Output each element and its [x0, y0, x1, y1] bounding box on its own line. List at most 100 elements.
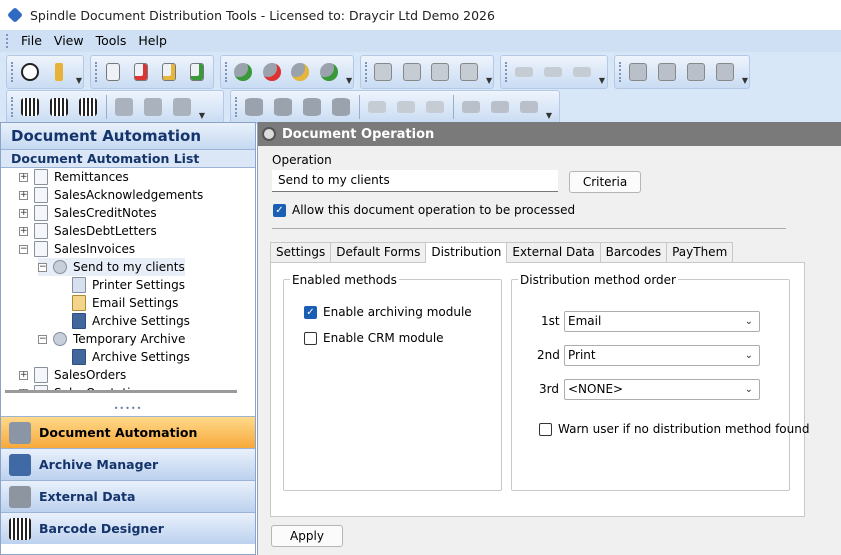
- tree-node[interactable]: + SalesOrders: [19, 366, 126, 384]
- apply-button[interactable]: Apply: [271, 525, 343, 547]
- toolbar-overflow[interactable]: ▼: [485, 59, 493, 85]
- edit-folder-button[interactable]: [422, 94, 447, 120]
- expand-icon[interactable]: +: [19, 370, 28, 380]
- toolbar-overflow[interactable]: ▼: [345, 59, 353, 85]
- edit-printer-button[interactable]: [569, 59, 594, 85]
- edit-database-button[interactable]: [299, 94, 324, 120]
- horizontal-scrollbar[interactable]: [5, 390, 237, 393]
- info-button[interactable]: [17, 59, 42, 85]
- delete-operation-button[interactable]: [260, 59, 285, 85]
- tab-default-forms[interactable]: Default Forms: [330, 242, 427, 262]
- refresh-database-button[interactable]: [328, 94, 353, 120]
- menu-tools[interactable]: Tools: [90, 30, 133, 52]
- add-printer-button[interactable]: [511, 59, 536, 85]
- add-barcode-button[interactable]: [17, 94, 42, 120]
- delete-database-button[interactable]: [270, 94, 295, 120]
- edit-grid-button[interactable]: [169, 94, 194, 120]
- enable-crm-checkbox[interactable]: Enable CRM module: [304, 331, 444, 345]
- delete-server-button[interactable]: [654, 59, 679, 85]
- edit-operation-button[interactable]: [288, 59, 313, 85]
- tree-node[interactable]: − Send to my clients: [38, 258, 185, 276]
- copy-form-button[interactable]: [457, 59, 482, 85]
- checkbox-box[interactable]: ✓: [273, 203, 286, 217]
- order-2nd-select[interactable]: Print ⌄: [564, 345, 760, 366]
- edit-form-button[interactable]: [428, 59, 453, 85]
- edit-document-button[interactable]: [157, 59, 181, 85]
- collapse-icon[interactable]: −: [19, 244, 28, 254]
- delete-document-icon: [134, 63, 148, 81]
- add-server-button[interactable]: [625, 59, 650, 85]
- delete-network-button[interactable]: [487, 94, 512, 120]
- checkbox-box[interactable]: ✓: [304, 305, 317, 319]
- archive-icon: [72, 313, 86, 329]
- nav-button[interactable]: Barcode Designer: [1, 512, 255, 544]
- add-operation-button[interactable]: [231, 59, 256, 85]
- tree-node[interactable]: Email Settings: [57, 294, 178, 312]
- criteria-button[interactable]: Criteria: [569, 171, 641, 193]
- nav-button[interactable]: Document Automation: [1, 416, 255, 448]
- toolbar-overflow[interactable]: ▼: [545, 94, 553, 120]
- collapse-icon[interactable]: −: [38, 334, 47, 344]
- add-form-button[interactable]: [371, 59, 396, 85]
- tree-node[interactable]: Archive Settings: [57, 348, 190, 366]
- refresh-operation-button[interactable]: [317, 59, 342, 85]
- toolbar-grip[interactable]: [11, 62, 13, 82]
- add-folder-button[interactable]: [364, 94, 389, 120]
- nav-button[interactable]: Archive Manager: [1, 448, 255, 480]
- order-3rd-select[interactable]: <NONE> ⌄: [564, 379, 760, 400]
- tree-node[interactable]: − SalesInvoices: [19, 240, 135, 258]
- expand-icon[interactable]: +: [19, 226, 28, 236]
- nav-button[interactable]: External Data: [1, 480, 255, 512]
- refresh-document-button[interactable]: [185, 59, 209, 85]
- add-grid-button[interactable]: [111, 94, 136, 120]
- enable-archiving-checkbox[interactable]: ✓ Enable archiving module: [304, 305, 472, 319]
- toolbar-overflow[interactable]: ▼: [75, 59, 83, 85]
- toolbar-overflow[interactable]: ▼: [741, 59, 749, 85]
- add-network-button[interactable]: [458, 94, 483, 120]
- tree-node[interactable]: Archive Settings: [57, 312, 190, 330]
- expand-icon[interactable]: +: [19, 190, 28, 200]
- menu-help[interactable]: Help: [132, 30, 173, 52]
- collapse-icon[interactable]: −: [38, 262, 47, 272]
- tree-node[interactable]: + SalesCreditNotes: [19, 204, 157, 222]
- tree-node[interactable]: + Remittances: [19, 169, 129, 186]
- tab-settings[interactable]: Settings: [270, 242, 332, 262]
- tree-node[interactable]: Printer Settings: [57, 276, 185, 294]
- delete-document-button[interactable]: [129, 59, 153, 85]
- add-database-button[interactable]: [241, 94, 266, 120]
- edit-barcode-button[interactable]: [75, 94, 100, 120]
- menu-grip[interactable]: [6, 34, 9, 48]
- delete-grid-button[interactable]: [140, 94, 165, 120]
- delete-barcode-button[interactable]: [46, 94, 71, 120]
- order-1st-select[interactable]: Email ⌄: [564, 311, 760, 332]
- key-icon: [54, 63, 63, 81]
- edit-server-button[interactable]: [683, 59, 708, 85]
- tab-paythem[interactable]: PayThem: [666, 242, 734, 262]
- warn-user-checkbox[interactable]: Warn user if no distribution method foun…: [539, 422, 809, 436]
- tree-node[interactable]: + SalesAcknowledgements: [19, 186, 203, 204]
- toolbar-overflow[interactable]: ▼: [598, 59, 606, 85]
- add-document-button[interactable]: [101, 59, 125, 85]
- tab-barcodes[interactable]: Barcodes: [599, 242, 668, 262]
- checkbox-box[interactable]: [539, 422, 552, 436]
- tree-node[interactable]: + SalesDebtLetters: [19, 222, 157, 240]
- menu-file[interactable]: File: [15, 30, 48, 52]
- tab-distribution[interactable]: Distribution: [425, 242, 508, 263]
- tab-external-data[interactable]: External Data: [506, 242, 601, 262]
- operation-name-field[interactable]: Send to my clients: [272, 170, 558, 192]
- allow-operation-checkbox[interactable]: ✓ Allow this document operation to be pr…: [273, 203, 575, 217]
- panel-splitter[interactable]: •••••: [1, 405, 255, 413]
- menu-view[interactable]: View: [48, 30, 90, 52]
- tree-node[interactable]: − Temporary Archive: [38, 330, 185, 348]
- checkbox-box[interactable]: [304, 331, 317, 345]
- delete-printer-button[interactable]: [540, 59, 565, 85]
- toolbar-overflow[interactable]: ▼: [198, 94, 206, 120]
- delete-folder-button[interactable]: [393, 94, 418, 120]
- config-server-button[interactable]: [712, 59, 737, 85]
- edit-network-button[interactable]: [516, 94, 541, 120]
- expand-icon[interactable]: +: [19, 208, 28, 218]
- document-tree[interactable]: + Remittances + SalesAcknowledgements + Sales…: [1, 169, 237, 390]
- delete-form-button[interactable]: [400, 59, 425, 85]
- license-button[interactable]: [46, 59, 71, 85]
- expand-icon[interactable]: +: [19, 172, 28, 182]
